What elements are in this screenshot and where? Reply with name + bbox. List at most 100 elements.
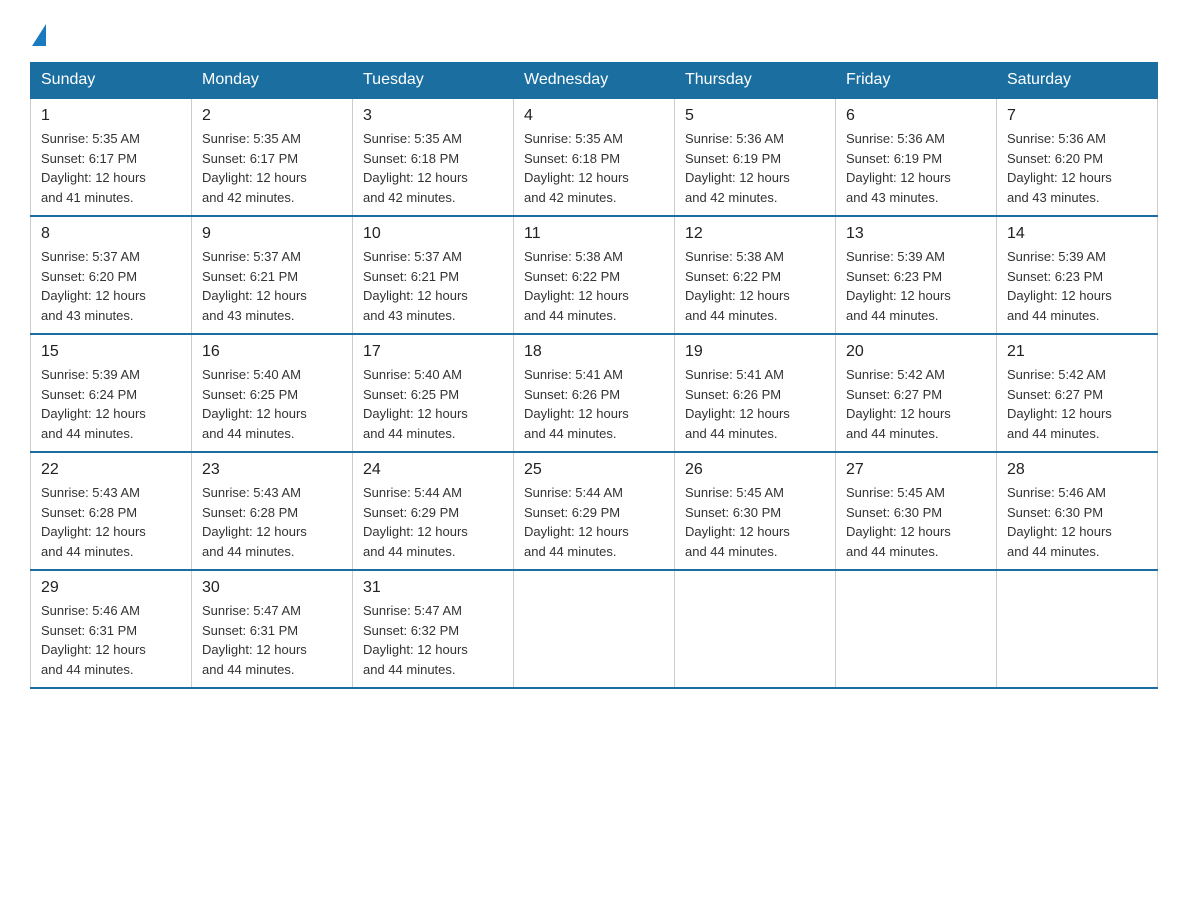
day-number: 11 [524, 225, 664, 243]
day-number: 19 [685, 343, 825, 361]
calendar-cell: 10 Sunrise: 5:37 AM Sunset: 6:21 PM Dayl… [353, 216, 514, 334]
day-number: 26 [685, 461, 825, 479]
day-info: Sunrise: 5:44 AM Sunset: 6:29 PM Dayligh… [363, 483, 503, 561]
day-header-wednesday: Wednesday [514, 63, 675, 99]
calendar-cell: 14 Sunrise: 5:39 AM Sunset: 6:23 PM Dayl… [997, 216, 1158, 334]
day-number: 8 [41, 225, 181, 243]
calendar-table: SundayMondayTuesdayWednesdayThursdayFrid… [30, 62, 1158, 689]
day-header-thursday: Thursday [675, 63, 836, 99]
day-number: 27 [846, 461, 986, 479]
day-number: 6 [846, 107, 986, 125]
calendar-cell: 18 Sunrise: 5:41 AM Sunset: 6:26 PM Dayl… [514, 334, 675, 452]
day-number: 3 [363, 107, 503, 125]
logo-arrow-icon [32, 24, 46, 46]
day-info: Sunrise: 5:39 AM Sunset: 6:23 PM Dayligh… [1007, 247, 1147, 325]
calendar-cell: 4 Sunrise: 5:35 AM Sunset: 6:18 PM Dayli… [514, 98, 675, 216]
calendar-cell: 27 Sunrise: 5:45 AM Sunset: 6:30 PM Dayl… [836, 452, 997, 570]
day-info: Sunrise: 5:46 AM Sunset: 6:31 PM Dayligh… [41, 601, 181, 679]
day-number: 20 [846, 343, 986, 361]
day-header-sunday: Sunday [31, 63, 192, 99]
calendar-week-row: 29 Sunrise: 5:46 AM Sunset: 6:31 PM Dayl… [31, 570, 1158, 688]
calendar-cell: 31 Sunrise: 5:47 AM Sunset: 6:32 PM Dayl… [353, 570, 514, 688]
calendar-cell: 25 Sunrise: 5:44 AM Sunset: 6:29 PM Dayl… [514, 452, 675, 570]
day-number: 18 [524, 343, 664, 361]
calendar-cell [997, 570, 1158, 688]
day-number: 25 [524, 461, 664, 479]
day-header-saturday: Saturday [997, 63, 1158, 99]
day-number: 12 [685, 225, 825, 243]
calendar-cell: 23 Sunrise: 5:43 AM Sunset: 6:28 PM Dayl… [192, 452, 353, 570]
day-header-friday: Friday [836, 63, 997, 99]
day-number: 7 [1007, 107, 1147, 125]
day-number: 17 [363, 343, 503, 361]
calendar-cell: 22 Sunrise: 5:43 AM Sunset: 6:28 PM Dayl… [31, 452, 192, 570]
day-info: Sunrise: 5:37 AM Sunset: 6:21 PM Dayligh… [202, 247, 342, 325]
day-info: Sunrise: 5:38 AM Sunset: 6:22 PM Dayligh… [524, 247, 664, 325]
day-info: Sunrise: 5:43 AM Sunset: 6:28 PM Dayligh… [202, 483, 342, 561]
day-info: Sunrise: 5:47 AM Sunset: 6:31 PM Dayligh… [202, 601, 342, 679]
day-info: Sunrise: 5:35 AM Sunset: 6:18 PM Dayligh… [524, 129, 664, 207]
calendar-cell [514, 570, 675, 688]
calendar-cell: 9 Sunrise: 5:37 AM Sunset: 6:21 PM Dayli… [192, 216, 353, 334]
day-info: Sunrise: 5:40 AM Sunset: 6:25 PM Dayligh… [202, 365, 342, 443]
day-info: Sunrise: 5:36 AM Sunset: 6:19 PM Dayligh… [846, 129, 986, 207]
day-number: 22 [41, 461, 181, 479]
day-number: 10 [363, 225, 503, 243]
day-number: 29 [41, 579, 181, 597]
calendar-cell: 21 Sunrise: 5:42 AM Sunset: 6:27 PM Dayl… [997, 334, 1158, 452]
calendar-cell: 8 Sunrise: 5:37 AM Sunset: 6:20 PM Dayli… [31, 216, 192, 334]
day-info: Sunrise: 5:43 AM Sunset: 6:28 PM Dayligh… [41, 483, 181, 561]
calendar-header-row: SundayMondayTuesdayWednesdayThursdayFrid… [31, 63, 1158, 99]
calendar-cell: 11 Sunrise: 5:38 AM Sunset: 6:22 PM Dayl… [514, 216, 675, 334]
calendar-cell: 6 Sunrise: 5:36 AM Sunset: 6:19 PM Dayli… [836, 98, 997, 216]
day-info: Sunrise: 5:35 AM Sunset: 6:17 PM Dayligh… [41, 129, 181, 207]
day-number: 9 [202, 225, 342, 243]
day-number: 21 [1007, 343, 1147, 361]
calendar-cell: 26 Sunrise: 5:45 AM Sunset: 6:30 PM Dayl… [675, 452, 836, 570]
day-info: Sunrise: 5:36 AM Sunset: 6:20 PM Dayligh… [1007, 129, 1147, 207]
page-header [30, 20, 1158, 42]
day-info: Sunrise: 5:45 AM Sunset: 6:30 PM Dayligh… [846, 483, 986, 561]
day-number: 30 [202, 579, 342, 597]
calendar-cell: 20 Sunrise: 5:42 AM Sunset: 6:27 PM Dayl… [836, 334, 997, 452]
day-info: Sunrise: 5:39 AM Sunset: 6:24 PM Dayligh… [41, 365, 181, 443]
day-info: Sunrise: 5:37 AM Sunset: 6:20 PM Dayligh… [41, 247, 181, 325]
logo [30, 20, 46, 42]
day-info: Sunrise: 5:42 AM Sunset: 6:27 PM Dayligh… [846, 365, 986, 443]
calendar-cell: 3 Sunrise: 5:35 AM Sunset: 6:18 PM Dayli… [353, 98, 514, 216]
day-number: 5 [685, 107, 825, 125]
day-info: Sunrise: 5:44 AM Sunset: 6:29 PM Dayligh… [524, 483, 664, 561]
day-info: Sunrise: 5:35 AM Sunset: 6:18 PM Dayligh… [363, 129, 503, 207]
day-number: 2 [202, 107, 342, 125]
calendar-cell: 17 Sunrise: 5:40 AM Sunset: 6:25 PM Dayl… [353, 334, 514, 452]
day-info: Sunrise: 5:40 AM Sunset: 6:25 PM Dayligh… [363, 365, 503, 443]
day-number: 16 [202, 343, 342, 361]
calendar-cell: 5 Sunrise: 5:36 AM Sunset: 6:19 PM Dayli… [675, 98, 836, 216]
day-number: 14 [1007, 225, 1147, 243]
calendar-week-row: 15 Sunrise: 5:39 AM Sunset: 6:24 PM Dayl… [31, 334, 1158, 452]
day-number: 24 [363, 461, 503, 479]
day-header-tuesday: Tuesday [353, 63, 514, 99]
calendar-cell: 13 Sunrise: 5:39 AM Sunset: 6:23 PM Dayl… [836, 216, 997, 334]
calendar-week-row: 8 Sunrise: 5:37 AM Sunset: 6:20 PM Dayli… [31, 216, 1158, 334]
day-info: Sunrise: 5:47 AM Sunset: 6:32 PM Dayligh… [363, 601, 503, 679]
calendar-cell: 2 Sunrise: 5:35 AM Sunset: 6:17 PM Dayli… [192, 98, 353, 216]
day-header-monday: Monday [192, 63, 353, 99]
calendar-cell: 12 Sunrise: 5:38 AM Sunset: 6:22 PM Dayl… [675, 216, 836, 334]
calendar-cell [675, 570, 836, 688]
calendar-cell: 16 Sunrise: 5:40 AM Sunset: 6:25 PM Dayl… [192, 334, 353, 452]
day-info: Sunrise: 5:38 AM Sunset: 6:22 PM Dayligh… [685, 247, 825, 325]
day-info: Sunrise: 5:35 AM Sunset: 6:17 PM Dayligh… [202, 129, 342, 207]
day-info: Sunrise: 5:41 AM Sunset: 6:26 PM Dayligh… [685, 365, 825, 443]
day-number: 1 [41, 107, 181, 125]
calendar-cell [836, 570, 997, 688]
day-number: 15 [41, 343, 181, 361]
calendar-cell: 30 Sunrise: 5:47 AM Sunset: 6:31 PM Dayl… [192, 570, 353, 688]
day-info: Sunrise: 5:41 AM Sunset: 6:26 PM Dayligh… [524, 365, 664, 443]
calendar-cell: 29 Sunrise: 5:46 AM Sunset: 6:31 PM Dayl… [31, 570, 192, 688]
day-info: Sunrise: 5:37 AM Sunset: 6:21 PM Dayligh… [363, 247, 503, 325]
day-number: 23 [202, 461, 342, 479]
calendar-week-row: 22 Sunrise: 5:43 AM Sunset: 6:28 PM Dayl… [31, 452, 1158, 570]
day-info: Sunrise: 5:46 AM Sunset: 6:30 PM Dayligh… [1007, 483, 1147, 561]
calendar-cell: 15 Sunrise: 5:39 AM Sunset: 6:24 PM Dayl… [31, 334, 192, 452]
